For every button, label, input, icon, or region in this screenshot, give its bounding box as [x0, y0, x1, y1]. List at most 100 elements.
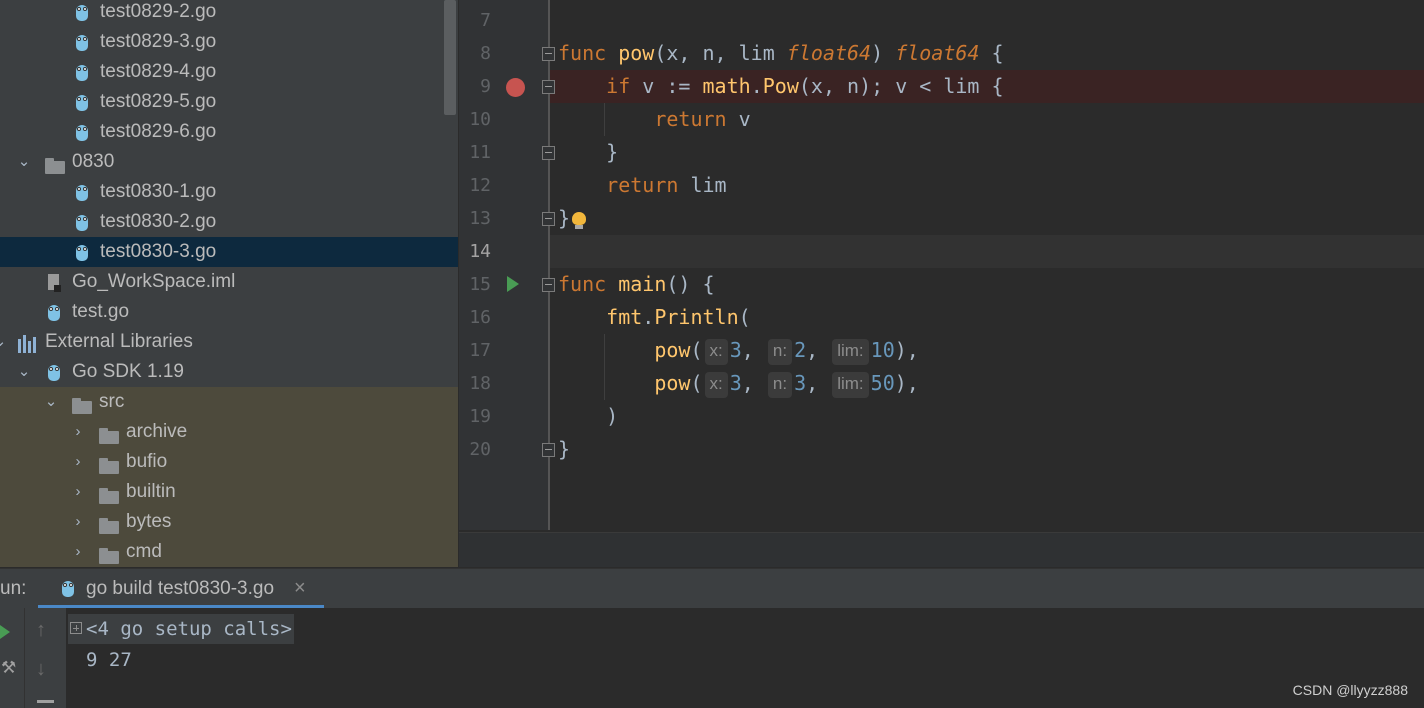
tree-item-go-workspace-iml[interactable]: Go_WorkSpace.iml	[0, 267, 458, 297]
line-number: 11	[469, 142, 491, 163]
tree-folder-builtin[interactable]: › builtin	[0, 477, 458, 507]
chevron-down-icon[interactable]: ⌄	[16, 357, 32, 387]
code-line-8[interactable]: func pow(x, n, lim float64) float64 {	[558, 37, 1004, 70]
folder-icon	[99, 544, 119, 564]
code-text: ),	[894, 338, 919, 362]
keyword: return	[606, 173, 679, 197]
run-label: un:	[0, 578, 27, 599]
tree-item-label: test0829-4.go	[100, 61, 217, 82]
chevron-right-icon[interactable]: ›	[70, 447, 86, 477]
tree-folder-cmd[interactable]: › cmd	[0, 537, 458, 567]
chevron-right-icon[interactable]: ›	[70, 417, 86, 447]
code-text: )	[606, 404, 619, 428]
chevron-right-icon[interactable]: ›	[70, 537, 86, 567]
code-line-19[interactable]: )	[558, 400, 618, 433]
run-tool-window-header: un: go build test0830-3.go ×	[0, 568, 1424, 609]
code-line-9[interactable]: if v := math.Pow(x, n); v < lim {	[558, 70, 1003, 103]
chevron-down-icon[interactable]: ⌄	[16, 147, 32, 177]
tree-item-label: src	[99, 391, 125, 412]
run-toolbar: ⚒	[0, 608, 24, 708]
tree-item-test0829-4[interactable]: test0829-4.go	[0, 57, 458, 87]
breakpoint-icon[interactable]	[506, 78, 525, 97]
tree-item-test-go[interactable]: test.go	[0, 297, 458, 327]
tree-item-label: test0829-3.go	[100, 31, 217, 52]
code-editor[interactable]: 7 8 9 10 11 12 13 14 15 16 17 18 19 20 f…	[459, 0, 1424, 567]
line-number: 16	[469, 307, 491, 328]
code-line-18[interactable]: pow(x: 3, n: 3, lim: 50),	[558, 367, 919, 400]
tree-folder-0830[interactable]: ⌄ 0830	[0, 147, 458, 177]
lightbulb-icon[interactable]	[571, 212, 587, 230]
package-name: math	[702, 74, 751, 98]
close-icon[interactable]: ×	[294, 577, 306, 600]
console-output: 9 27	[86, 649, 132, 671]
arrow-up-icon[interactable]: ↑	[36, 619, 46, 642]
minimize-icon[interactable]	[37, 700, 54, 703]
tree-item-test0829-3[interactable]: test0829-3.go	[0, 27, 458, 57]
folder-icon	[99, 424, 119, 444]
run-tab[interactable]: go build test0830-3.go ×	[38, 569, 324, 609]
arrow-down-icon[interactable]: ↓	[36, 658, 46, 681]
tree-item-go-sdk[interactable]: ⌄ Go SDK 1.19	[0, 357, 458, 387]
chevron-right-icon[interactable]: ›	[70, 507, 86, 537]
fold-marker-icon[interactable]	[542, 278, 555, 292]
folder-icon	[99, 484, 119, 504]
rerun-icon[interactable]	[0, 625, 10, 639]
wrench-icon[interactable]: ⚒	[1, 658, 16, 678]
tree-item-test0829-5[interactable]: test0829-5.go	[0, 87, 458, 117]
watermark: CSDN @llyyzz888	[1292, 682, 1408, 698]
function-name: pow	[618, 41, 655, 65]
project-tree: test0829-2.go test0829-3.go test0829-4.g…	[0, 0, 458, 567]
code-line-13[interactable]: }	[558, 202, 570, 235]
fold-marker-icon[interactable]	[542, 443, 555, 457]
function-call: Pow	[762, 74, 799, 98]
tree-scrollbar[interactable]	[444, 0, 456, 115]
code-line-12[interactable]: return lim	[558, 169, 726, 202]
tree-item-label: test0829-5.go	[100, 91, 217, 112]
chevron-down-icon[interactable]: ⌄	[0, 327, 8, 357]
code-text: v :=	[630, 74, 703, 98]
tree-item-test0830-1[interactable]: test0830-1.go	[0, 177, 458, 207]
line-number: 13	[469, 208, 491, 229]
chevron-right-icon[interactable]: ›	[70, 477, 86, 507]
param-hint: n:	[767, 372, 793, 398]
line-number: 9	[480, 76, 491, 97]
fold-marker-icon[interactable]	[542, 212, 555, 226]
expand-icon[interactable]	[70, 622, 82, 634]
function-call: Println	[654, 305, 739, 329]
go-file-icon	[74, 3, 94, 21]
code-line-15[interactable]: func main() {	[558, 268, 715, 301]
fold-marker-icon[interactable]	[542, 47, 555, 61]
fold-marker-icon[interactable]	[542, 80, 555, 94]
line-number: 19	[469, 406, 491, 427]
run-gutter-icon[interactable]	[507, 276, 519, 292]
keyword: func	[558, 272, 607, 296]
tree-folder-src[interactable]: ⌄ src	[0, 387, 458, 417]
code-line-11[interactable]: }	[558, 136, 618, 169]
code-text: {	[979, 41, 1004, 65]
tree-folder-bufio[interactable]: › bufio	[0, 447, 458, 477]
line-number: 18	[469, 373, 491, 394]
tree-item-test0829-6[interactable]: test0829-6.go	[0, 117, 458, 147]
tree-item-test0830-3[interactable]: test0830-3.go	[0, 237, 458, 267]
editor-gutter[interactable]: 7 8 9 10 11 12 13 14 15 16 17 18 19 20	[459, 0, 549, 530]
tree-item-label: 0830	[72, 151, 115, 172]
tree-folder-bytes[interactable]: › bytes	[0, 507, 458, 537]
tree-item-label: External Libraries	[45, 331, 193, 352]
code-line-20[interactable]: }	[558, 433, 570, 466]
code-line-16[interactable]: fmt.Println(	[558, 301, 751, 334]
tree-item-external-libraries[interactable]: ⌄ External Libraries	[0, 327, 458, 357]
chevron-down-icon[interactable]: ⌄	[43, 387, 59, 417]
code-text: }	[606, 140, 619, 164]
tree-item-test0829-2[interactable]: test0829-2.go	[0, 0, 458, 27]
fold-marker-icon[interactable]	[542, 146, 555, 160]
current-line-highlight	[550, 235, 1424, 268]
type-name: float64	[895, 41, 980, 65]
code-text: (x, n, lim	[654, 41, 787, 65]
iml-file-icon	[46, 273, 66, 292]
tree-item-test0830-2[interactable]: test0830-2.go	[0, 207, 458, 237]
code-line-17[interactable]: pow(x: 3, n: 2, lim: 10),	[558, 334, 919, 367]
run-console[interactable]: ⚒ ↑ ↓ <4 go setup calls> 9 27 CSDN @llyy…	[0, 608, 1424, 708]
tree-folder-archive[interactable]: › archive	[0, 417, 458, 447]
code-line-10[interactable]: return v	[558, 103, 750, 136]
setup-calls-fold[interactable]: <4 go setup calls>	[68, 614, 294, 644]
